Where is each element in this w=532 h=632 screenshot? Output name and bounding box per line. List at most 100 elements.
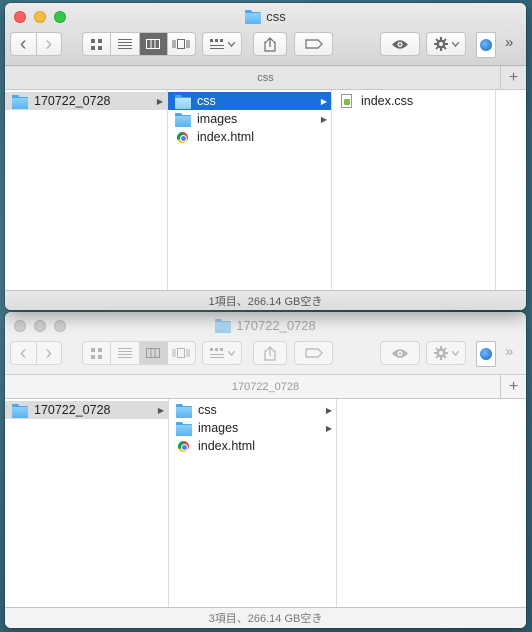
tab-bar: css +	[5, 66, 526, 90]
list-item[interactable]: images ▶	[169, 419, 336, 437]
view-mode-control	[82, 341, 196, 365]
disclosure-arrow-icon: ▶	[325, 405, 332, 415]
gear-icon	[433, 37, 448, 51]
css-file-icon	[341, 94, 352, 108]
chrome-file-icon	[178, 440, 189, 452]
icon-view-icon	[91, 38, 103, 50]
folder-icon	[11, 403, 28, 418]
icon-view-button[interactable]	[83, 342, 110, 364]
disk-image-icon	[480, 348, 492, 360]
chevron-left-icon: ‹	[19, 342, 27, 364]
chevron-left-icon: ‹	[19, 33, 27, 55]
list-view-button[interactable]	[110, 342, 138, 364]
disclosure-arrow-icon: ▶	[320, 96, 327, 106]
back-forward-control: ‹ ›	[10, 341, 62, 365]
toolbar: ‹ › »	[5, 32, 526, 58]
share-button[interactable]	[253, 32, 287, 56]
cover-flow-icon	[172, 39, 190, 49]
gear-icon	[433, 346, 448, 360]
tags-button[interactable]	[294, 32, 333, 56]
toolbar-overflow-icon[interactable]: »	[505, 343, 514, 360]
folder-icon	[245, 10, 262, 24]
chevron-right-icon: ›	[45, 342, 53, 364]
chrome-file-icon	[177, 131, 188, 143]
folder-icon	[174, 94, 191, 109]
quick-look-button[interactable]	[380, 341, 420, 365]
cover-flow-button[interactable]	[166, 342, 195, 364]
arrange-grid-icon	[209, 348, 224, 358]
tag-icon	[304, 348, 323, 358]
new-tab-button[interactable]: +	[500, 375, 526, 398]
list-item[interactable]: 170722_0728 ▶	[5, 401, 168, 419]
list-view-button[interactable]	[110, 33, 138, 55]
back-button[interactable]: ‹	[11, 33, 36, 55]
column-view-icon	[146, 39, 161, 49]
share-icon	[264, 36, 276, 52]
forward-button[interactable]: ›	[35, 342, 62, 364]
tab-title[interactable]: css	[257, 72, 274, 84]
list-item[interactable]: index.css	[332, 92, 495, 110]
status-text: 3項目、266.14 GB空き	[208, 613, 323, 625]
list-item[interactable]: 170722_0728 ▶	[5, 92, 167, 110]
icon-view-icon	[91, 347, 103, 359]
browser-column-empty	[496, 90, 526, 290]
disk-image-icon	[480, 39, 492, 51]
cover-flow-button[interactable]	[166, 33, 195, 55]
icon-view-button[interactable]	[83, 33, 110, 55]
action-button[interactable]	[426, 341, 466, 365]
disclosure-arrow-icon: ▶	[325, 423, 332, 433]
chevron-right-icon: ›	[45, 33, 53, 55]
toolbar-overflow-icon[interactable]: »	[505, 34, 514, 51]
action-button[interactable]	[426, 32, 466, 56]
list-item[interactable]: index.html	[168, 128, 331, 146]
document-proxy-icon[interactable]	[476, 341, 496, 367]
list-view-icon	[117, 39, 132, 49]
toolbar: ‹ › »	[5, 341, 526, 367]
chevron-down-icon	[451, 41, 459, 47]
tab-title[interactable]: 170722_0728	[232, 381, 299, 393]
new-tab-button[interactable]: +	[500, 66, 526, 89]
arrange-button[interactable]	[202, 32, 242, 56]
browser-column-3: index.css	[332, 90, 496, 290]
arrange-button[interactable]	[202, 341, 242, 365]
status-bar: 1項目、266.14 GB空き	[5, 290, 526, 310]
folder-icon	[11, 94, 28, 109]
tags-button[interactable]	[294, 341, 333, 365]
title-bar[interactable]: 170722_0728 ‹ › »	[5, 312, 526, 375]
column-view-button[interactable]	[138, 33, 167, 55]
finder-window-170722_0728: 170722_0728 ‹ › » 170722_0728 + 170722_0…	[5, 312, 526, 628]
view-mode-control	[82, 32, 196, 56]
browser-column-2: css ▶ images ▶ index.html	[169, 399, 337, 607]
item-label: index.html	[197, 130, 254, 144]
back-button[interactable]: ‹	[11, 342, 36, 364]
item-label: index.css	[361, 94, 414, 108]
back-forward-control: ‹ ›	[10, 32, 62, 56]
finder-window-css: css ‹ › » css + 170722_0728 ▶ css ▶ imag…	[5, 3, 526, 310]
window-title: css	[5, 9, 526, 24]
list-item[interactable]: index.html	[169, 437, 336, 455]
tab-bar: 170722_0728 +	[5, 375, 526, 399]
column-view-button[interactable]	[138, 342, 167, 364]
share-icon	[264, 345, 276, 361]
forward-button[interactable]: ›	[35, 33, 62, 55]
cover-flow-icon	[172, 348, 190, 358]
browser-column-1: 170722_0728 ▶	[5, 399, 169, 607]
share-button[interactable]	[253, 341, 287, 365]
list-item[interactable]: css ▶	[168, 92, 331, 110]
item-label: 170722_0728	[34, 94, 111, 108]
quick-look-button[interactable]	[380, 32, 420, 56]
folder-icon	[175, 421, 192, 436]
eye-icon	[392, 39, 408, 49]
list-item[interactable]: images ▶	[168, 110, 331, 128]
disclosure-arrow-icon: ▶	[156, 96, 163, 106]
document-proxy-icon[interactable]	[476, 32, 496, 58]
tag-icon	[304, 39, 323, 49]
item-label: images	[198, 421, 239, 435]
browser-column-1: 170722_0728 ▶	[5, 90, 168, 290]
chevron-down-icon	[451, 350, 459, 356]
disclosure-arrow-icon: ▶	[157, 405, 164, 415]
title-bar[interactable]: css ‹ › »	[5, 3, 526, 66]
item-label: images	[197, 112, 238, 126]
status-bar: 3項目、266.14 GB空き	[5, 607, 526, 628]
list-item[interactable]: css ▶	[169, 401, 336, 419]
